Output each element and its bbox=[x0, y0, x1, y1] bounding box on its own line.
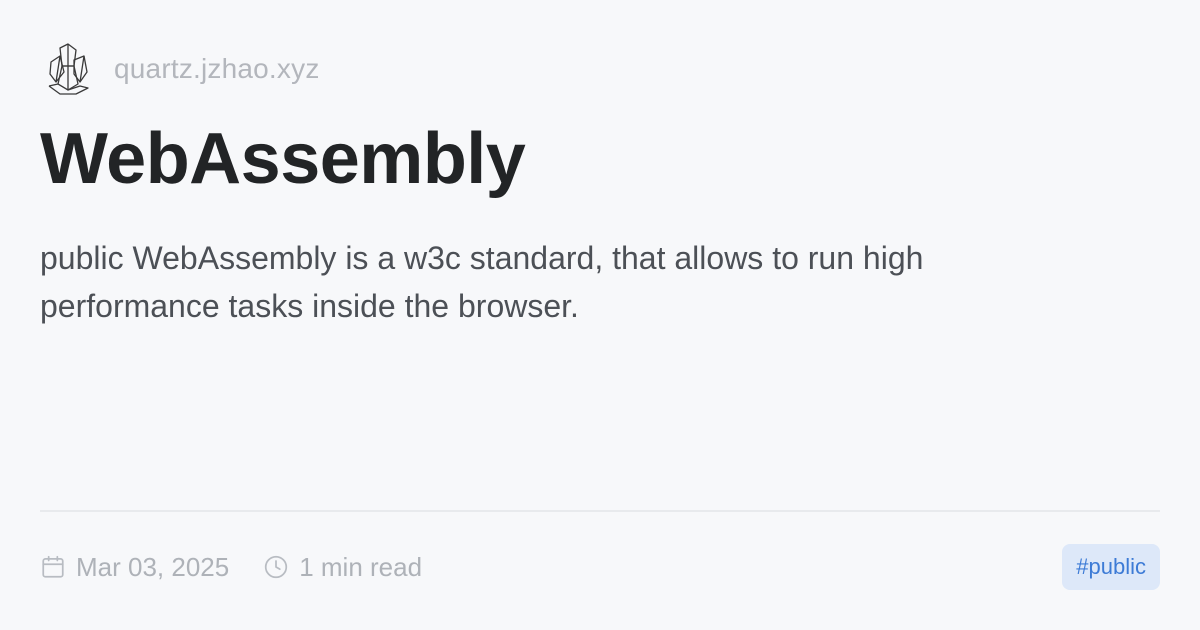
date-meta: Mar 03, 2025 bbox=[40, 552, 229, 583]
reading-time: 1 min read bbox=[299, 551, 423, 582]
page-description: public WebAssembly is a w3c standard, th… bbox=[40, 240, 924, 324]
reading-time-meta: 1 min read bbox=[263, 552, 422, 583]
clock-icon bbox=[265, 555, 288, 579]
footer-meta: Mar 03, 2025 1 min read #public bbox=[40, 544, 1160, 590]
crystal-logo-icon bbox=[48, 43, 89, 95]
site-header: quartz.jzhao.xyz bbox=[46, 42, 320, 96]
calendar-icon bbox=[42, 555, 64, 578]
page-title: WebAssembly bbox=[40, 119, 526, 199]
og-card: quartz.jzhao.xyz WebAssembly public WebA… bbox=[0, 0, 1200, 630]
tag-public[interactable]: #public bbox=[1062, 544, 1160, 590]
divider bbox=[40, 510, 1160, 512]
publish-date: Mar 03, 2025 bbox=[76, 551, 230, 582]
site-domain[interactable]: quartz.jzhao.xyz bbox=[114, 53, 320, 85]
